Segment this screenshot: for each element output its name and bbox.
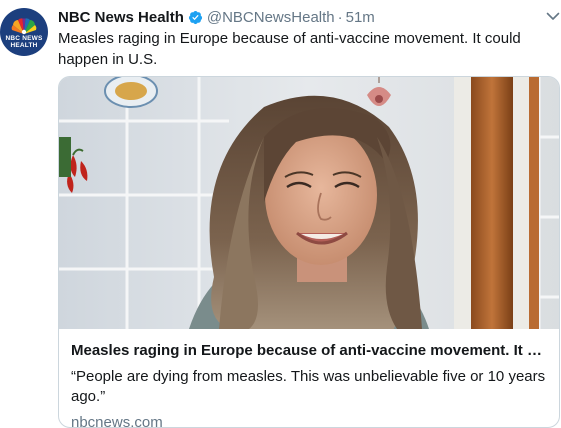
avatar-logo-line2: HEALTH [10, 41, 38, 49]
avatar[interactable]: NBC NEWS HEALTH [0, 8, 48, 56]
tweet-text: Measles raging in Europe because of anti… [58, 30, 521, 68]
photo-of-woman [59, 77, 559, 329]
link-card[interactable]: Measles raging in Europe because of anti… [58, 76, 560, 428]
author-handle[interactable]: @NBCNewsHealth [207, 9, 335, 26]
chevron-down-icon[interactable] [545, 8, 561, 24]
author-name[interactable]: NBC News Health [58, 9, 184, 26]
card-description: “People are dying from measles. This was… [71, 368, 546, 405]
card-image[interactable] [59, 77, 559, 329]
tweet: NBC NEWS HEALTH NBC News Health @NBCNews… [0, 0, 561, 428]
card-title[interactable]: Measles raging in Europe because of anti… [71, 341, 547, 361]
card-domain[interactable]: nbcnews.com [71, 413, 547, 427]
separator-dot: · [337, 8, 343, 26]
verified-badge-icon [188, 10, 202, 24]
card-body: Measles raging in Europe because of anti… [59, 329, 559, 427]
tweet-header: NBC News Health @NBCNewsHealth · 51m [58, 7, 375, 27]
nbc-peacock-icon [11, 17, 37, 34]
tweet-timestamp[interactable]: 51m [346, 9, 375, 26]
avatar-logo-line1: NBC NEWS [5, 34, 43, 42]
